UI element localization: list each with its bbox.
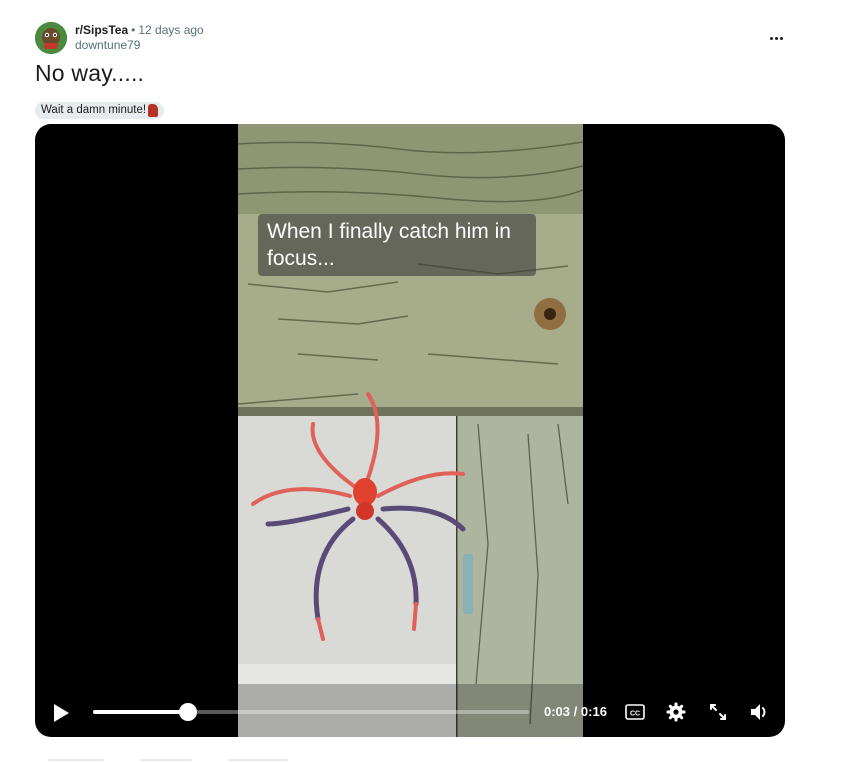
video-timecode: 0:03 / 0:16 bbox=[544, 703, 607, 721]
play-icon[interactable] bbox=[52, 703, 70, 723]
time-separator: / bbox=[573, 704, 578, 719]
author-link[interactable]: downtune79 bbox=[75, 38, 204, 53]
more-options-icon[interactable] bbox=[766, 30, 786, 46]
post-title[interactable]: No way..... bbox=[35, 60, 144, 87]
svg-text:CC: CC bbox=[630, 711, 640, 718]
fullscreen-icon[interactable] bbox=[707, 701, 729, 723]
video-frame: When I finally catch him in focus... bbox=[238, 124, 583, 737]
progress-bar[interactable] bbox=[93, 703, 529, 721]
meta-separator: • bbox=[131, 23, 136, 37]
post-meta: r/SipsTea • 12 days ago downtune79 bbox=[75, 23, 204, 53]
duration: 0:16 bbox=[580, 704, 607, 719]
progress-fill bbox=[93, 710, 189, 714]
subreddit-link[interactable]: r/SipsTea bbox=[75, 23, 128, 37]
post-time: 12 days ago bbox=[138, 23, 204, 37]
flair-emoji-icon bbox=[148, 104, 159, 117]
post-flair[interactable]: Wait a damn minute! bbox=[35, 102, 165, 119]
video-caption: When I finally catch him in focus... bbox=[258, 214, 536, 276]
volume-icon[interactable] bbox=[748, 701, 770, 723]
video-controls: 0:03 / 0:16 CC bbox=[35, 687, 785, 737]
progress-thumb[interactable] bbox=[179, 703, 198, 721]
flair-text: Wait a damn minute! bbox=[41, 104, 147, 116]
cc-icon[interactable]: CC bbox=[624, 701, 646, 723]
current-time: 0:03 bbox=[544, 704, 571, 719]
post-header: r/SipsTea • 12 days ago downtune79 bbox=[35, 22, 204, 54]
subreddit-avatar-icon[interactable] bbox=[35, 22, 67, 54]
video-player[interactable]: When I finally catch him in focus... 0:0… bbox=[35, 124, 785, 737]
gear-icon[interactable] bbox=[665, 701, 687, 723]
